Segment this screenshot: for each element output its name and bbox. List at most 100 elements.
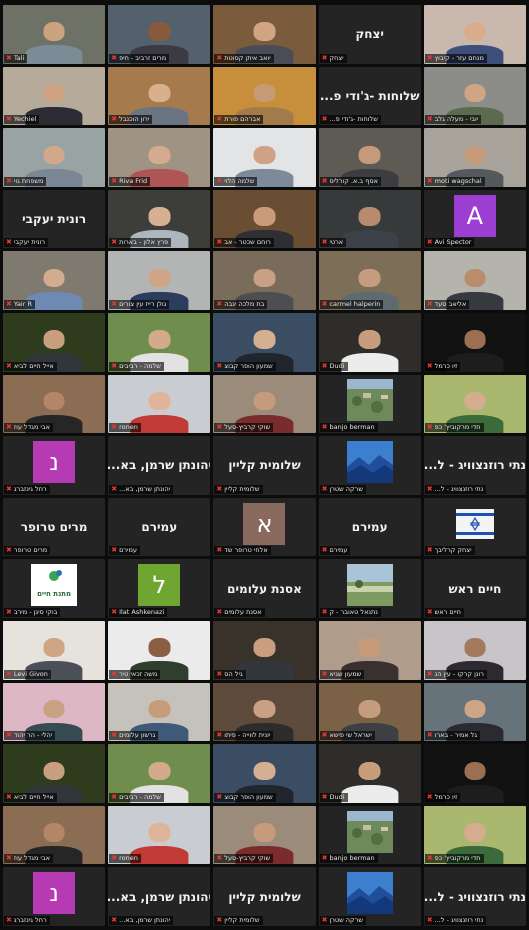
participant-name-tag: ✖ רונן קרקו - עין הנ (424, 669, 487, 679)
participant-tile[interactable]: ✖ גיל הס (213, 620, 316, 680)
participant-tile[interactable]: ✖ גולן רייז עין צורים (108, 251, 211, 310)
participant-tile[interactable]: ✖ רונן קרקו - עין הנ (423, 620, 526, 680)
participant-tile[interactable]: שלומית קליין ✖ שלומית קליין (213, 867, 316, 926)
participant-tile[interactable]: ✖ יובי - מעלה גלב (423, 66, 526, 126)
participant-tile[interactable]: ✖ שמעון הופר קבוצ (213, 744, 316, 803)
participant-tile[interactable]: ✖ Yair R (3, 251, 106, 310)
participant-tile[interactable]: אסנת עלומים ✖ אסנת עלומים (213, 559, 316, 618)
participant-tile[interactable]: A ✖ Avi Spector (423, 189, 526, 249)
participant-tile[interactable]: ✖ Riva Frid (108, 128, 211, 187)
mic-muted-icon: ✖ (321, 854, 328, 863)
participant-tile[interactable]: ✖ רוחם שכטר - אב (213, 189, 316, 249)
participant-tile[interactable]: נתי רוזנצוויג - ל... ✖ נתי רוזנצוויג - ל..… (423, 867, 526, 926)
participant-tile[interactable]: עמירם ✖ עמירם (108, 497, 211, 557)
participant-tile[interactable]: ✖ moti wagschal (423, 128, 526, 187)
participant-tile[interactable]: ✖ banjo berman (318, 805, 421, 865)
participant-tile[interactable]: ✖ אליאב סעד (423, 251, 526, 310)
participant-tile[interactable]: יהונתן שרמן, בא... ✖ יהונתן שרמן, בא... (108, 867, 211, 926)
participant-tile[interactable]: ✖ אייל חיים לביא (3, 744, 106, 803)
participant-name-tag: ✖ רחל גינזברג (4, 484, 50, 494)
participant-tile[interactable]: ✖ יהלי - הר יהוד (3, 682, 106, 742)
participant-tile[interactable]: ✖ אברהם פורת (213, 66, 316, 126)
participant-name: Dudi (329, 792, 345, 801)
participant-name-tag: ✖ נתי רוזנצוויג - ל... (424, 915, 487, 925)
participant-tile[interactable]: עמירם ✖ עמירם (318, 497, 421, 557)
participant-tile[interactable]: ✖ אבי מגדל עוז (3, 805, 106, 865)
participant-tile[interactable]: ✖ שרקה שטרן (318, 436, 421, 495)
participant-tile[interactable]: ✖ שרקה שטרן (318, 867, 421, 926)
mic-muted-icon: ✖ (426, 484, 433, 493)
participant-tile[interactable]: ✖ שלמה - רביבים (108, 312, 211, 372)
participant-name: יהלי - הר יהוד (13, 731, 53, 740)
mic-muted-icon: ✖ (216, 299, 223, 308)
participant-tile[interactable]: ✖ אבי מגדל עוז (3, 374, 106, 434)
participant-name: יואב איתן קסוטת (224, 53, 271, 62)
participant-tile[interactable]: ✖ מרים זרביב - חיפ (108, 5, 211, 64)
participant-tile[interactable]: ✖ זיו כרמל (423, 312, 526, 372)
participant-tile[interactable]: ✖ חדי מרקוביץ' כפ (423, 805, 526, 865)
participant-tile[interactable]: ✖ Tali (3, 5, 106, 64)
participant-tile[interactable]: ✖ גרשון עלומים (108, 682, 211, 742)
participant-tile[interactable]: ✖ Yechiel (3, 66, 106, 126)
participant-tile[interactable]: שלוחות -ג'ודי פ... ✖ שלוחות -ג'ודי פ... (318, 66, 421, 126)
participant-tile[interactable]: ✖ ישראל שי פישא (318, 682, 421, 742)
participant-tile[interactable]: ✖ ירון הוכנבל (108, 66, 211, 126)
participant-tile[interactable]: מרים טרופר ✖ מרים טרופר (3, 497, 106, 557)
mic-muted-icon: ✖ (216, 115, 223, 124)
mic-muted-icon: ✖ (111, 731, 118, 740)
mic-muted-icon: ✖ (216, 607, 223, 616)
participant-tile[interactable]: נ ✖ רחל גינזברג (3, 867, 106, 926)
participant-tile[interactable]: ✖ משה זכאי טיר (108, 620, 211, 680)
participant-tile[interactable]: א ✖ אלחי טרופר שד (213, 497, 316, 557)
participant-tile[interactable]: ✖ ronen (108, 374, 211, 434)
participant-tile[interactable]: ✖ גל אמיר - בארו (423, 682, 526, 742)
participant-tile[interactable]: נ ✖ רחל גינזברג (3, 436, 106, 495)
participant-tile[interactable]: ✖ carmel halperin (318, 251, 421, 310)
participant-tile[interactable]: ✖ יואב איתן קסוטת (213, 5, 316, 64)
mountains-picture (346, 440, 393, 483)
participant-tile[interactable]: ✖ ronen (108, 805, 211, 865)
participant-tile[interactable]: ✖ Levi Givon (3, 620, 106, 680)
participant-tile[interactable]: ✖ מנחם עזר - קיבוץ (423, 5, 526, 64)
participant-tile[interactable]: ✖ נתנאל טאובר - ק (318, 559, 421, 618)
participant-tile[interactable]: רונית יעקבי ✖ רונית יעקבי (3, 189, 106, 249)
participant-name: יובי - מעלה גלב (434, 115, 479, 124)
participant-tile[interactable]: ✖ משפחת גוי (3, 128, 106, 187)
participant-name-tag: ✖ Ilat Ashkenazi (109, 607, 168, 617)
participant-tile[interactable]: ✖ יצחק קרליבך (423, 497, 526, 557)
participant-tile[interactable]: ✖ זיו כרמל (423, 744, 526, 803)
participant-head (358, 330, 381, 349)
participant-tile[interactable]: שלומית קליין ✖ שלומית קליין (213, 436, 316, 495)
participant-tile[interactable]: ✖ ארטי (318, 189, 421, 249)
participant-tile[interactable]: ל ✖ Ilat Ashkenazi (108, 559, 211, 618)
participant-tile[interactable]: נתי רוזנצוויג - ל... ✖ נתי רוזנצוויג - ל..… (423, 436, 526, 495)
participant-tile[interactable]: ✖ שוקי קרביץ-סעל (213, 805, 316, 865)
participant-tile[interactable]: ✖ בת מלכה יגבה (213, 251, 316, 310)
participant-tile[interactable]: ✖ שלמה - רביבים (108, 744, 211, 803)
participant-tile[interactable]: ✖ אסף ב.א. קורליס (318, 128, 421, 187)
mic-muted-icon: ✖ (111, 669, 118, 678)
participant-tile[interactable]: ✖ חדי מרקוביץ' כפ (423, 374, 526, 434)
participant-tile[interactable]: ✖ Dudi (318, 312, 421, 372)
participant-tile[interactable]: ✖ שלמה הלוי (213, 128, 316, 187)
participant-tile[interactable]: ✖ פרץ אלון - בארות (108, 189, 211, 249)
participant-head (358, 268, 381, 288)
participant-tile[interactable]: יהונתן שרמן, בא... ✖ יהונתן שרמן, בא... (108, 436, 211, 495)
participant-tile[interactable]: ✖ banjo berman (318, 374, 421, 434)
participant-name: אייל חיים לביא (13, 792, 54, 801)
participant-tile[interactable]: יצחק ✖ יצחק (318, 5, 421, 64)
participant-tile[interactable]: ✖ שוקי קרביץ-סעל (213, 374, 316, 434)
participant-head (148, 823, 171, 842)
participant-tile[interactable]: ✖ יונית לווייה - פיתו (213, 682, 316, 742)
participant-tile[interactable]: חיים ראש ✖ חיים ראש (423, 559, 526, 618)
participant-tile[interactable]: מתנת חיים ✖ בוקי סיגן - מירב (3, 559, 106, 618)
participant-name-tag: ✖ יונית לווייה - פיתו (214, 731, 274, 741)
participant-tile[interactable]: ✖ שמעון שגיא (318, 620, 421, 680)
participant-head (148, 145, 171, 164)
participant-tile[interactable]: ✖ אייל חיים לביא (3, 312, 106, 372)
participant-name: משה זכאי טיר (119, 669, 158, 678)
mic-muted-icon: ✖ (111, 238, 118, 247)
participant-tile[interactable]: ✖ Dudi (318, 744, 421, 803)
participant-tile[interactable]: ✖ שמעון הופר קבוצ (213, 312, 316, 372)
mic-muted-icon: ✖ (426, 915, 433, 924)
